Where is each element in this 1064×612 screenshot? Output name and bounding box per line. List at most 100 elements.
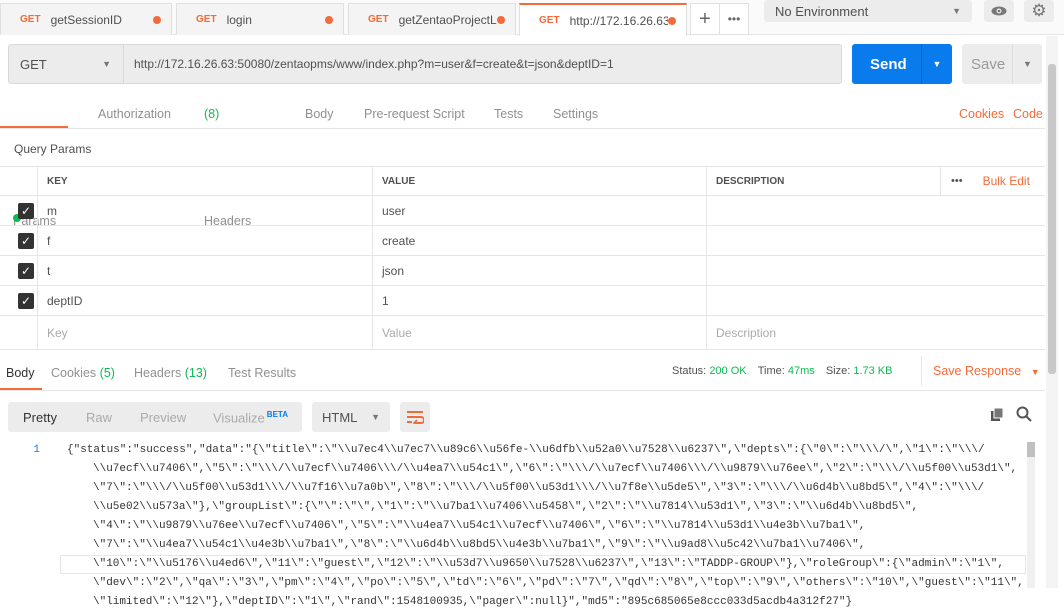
code-line: \"dev\":\"2\",\"qa\":\"3\",\"pm\":\"4\",… — [93, 577, 1024, 589]
tab-get-session-id[interactable]: GET getSessionID — [0, 3, 172, 35]
view-pretty[interactable]: Pretty — [23, 410, 57, 425]
cookies-link[interactable]: Cookies — [959, 107, 1004, 121]
status-value[interactable]: 200 OK — [709, 365, 746, 377]
param-value[interactable]: user — [372, 196, 706, 225]
divider — [0, 390, 1045, 391]
code-line: {"status":"success","data":"{\"title\":\… — [67, 444, 985, 456]
tab-login[interactable]: GET login — [176, 3, 344, 35]
wrap-lines-button[interactable] — [400, 402, 430, 432]
key-input[interactable]: Key — [37, 316, 372, 349]
send-options-icon[interactable]: ▼ — [921, 44, 952, 84]
tab-tests[interactable]: Tests — [494, 107, 523, 121]
tab-settings[interactable]: Settings — [553, 107, 598, 121]
manage-environments-button[interactable]: ⚙ — [1024, 0, 1054, 22]
response-meta: Status: 200 OK Time: 47ms Size: 1.73 KB — [672, 365, 892, 377]
response-tab-test-results[interactable]: Test Results — [228, 366, 296, 380]
view-visualize[interactable]: Visualize BETA — [213, 410, 288, 425]
time-value[interactable]: 47ms — [788, 365, 815, 377]
response-tab-cookies[interactable]: Cookies (5) — [51, 366, 115, 380]
value-input[interactable]: Value — [372, 316, 706, 349]
gear-icon: ⚙ — [1031, 1, 1047, 20]
bulk-edit-link[interactable]: Bulk Edit — [983, 174, 1030, 188]
size-value[interactable]: 1.73 KB — [853, 365, 892, 377]
page-scrollbar[interactable] — [1046, 36, 1058, 588]
tab-options-button[interactable]: ••• — [719, 3, 749, 35]
visualize-label: Visualize — [213, 410, 265, 426]
more-icon: ••• — [727, 12, 741, 26]
tab-label: Cookies — [51, 366, 97, 380]
param-description[interactable] — [706, 256, 1045, 285]
send-button[interactable]: Send ▼ — [852, 44, 952, 84]
code-link[interactable]: Code — [1013, 107, 1043, 121]
response-tab-body[interactable]: Body — [6, 366, 35, 380]
divider — [921, 356, 922, 386]
unsaved-dot-icon — [497, 15, 505, 24]
search-button[interactable] — [1016, 406, 1032, 425]
param-value[interactable]: create — [372, 226, 706, 255]
param-description[interactable] — [706, 226, 1045, 255]
code-line: \\u5e02\\u573a\"},\"groupList\":{\"\":\"… — [93, 501, 919, 513]
param-row: ✓ deptID 1 — [0, 286, 1045, 316]
environment-label: No Environment — [775, 3, 869, 19]
tab-get-zentao-project-list[interactable]: GET getZentaoProjectList — [348, 3, 516, 35]
params-table-header: KEY VALUE DESCRIPTION ••• Bulk Edit — [0, 166, 1045, 196]
code-line: \"7\":\"\\u4ea7\\u54c1\\u4e3b\\u7ba1\",\… — [93, 539, 866, 551]
time-label: Time: — [757, 365, 785, 377]
wrap-lines-icon — [407, 411, 424, 424]
tab-title: getZentaoProjectList — [398, 12, 497, 27]
checkbox-checked[interactable]: ✓ — [18, 233, 34, 249]
param-key[interactable]: t — [37, 256, 372, 285]
code-line: \\u7ecf\\u7406\",\"5\":\"\\\/\\u7ecf\\u7… — [93, 463, 1018, 475]
save-response-label: Save Response — [933, 364, 1022, 378]
view-preview[interactable]: Preview — [140, 410, 186, 425]
method-value: GET — [20, 56, 47, 72]
view-raw[interactable]: Raw — [86, 410, 112, 425]
param-key[interactable]: m — [37, 196, 372, 225]
code-scrollbar[interactable] — [1027, 442, 1035, 588]
param-description[interactable] — [706, 196, 1045, 225]
plus-icon: + — [699, 7, 711, 30]
chevron-down-icon: ▼ — [371, 412, 380, 422]
more-icon[interactable]: ••• — [951, 175, 963, 187]
unsaved-dot-icon — [668, 16, 676, 25]
environment-select[interactable]: No Environment ▼ — [764, 0, 972, 22]
param-key[interactable]: f — [37, 226, 372, 255]
code-line: \"7\":\"\\\/\\u5f00\\u53d1\\\/\\u7f16\\u… — [93, 482, 985, 494]
new-tab-button[interactable]: + — [690, 3, 720, 35]
format-select[interactable]: HTML ▼ — [312, 402, 390, 432]
description-input[interactable]: Description — [706, 316, 1045, 349]
param-description[interactable] — [706, 286, 1045, 315]
tab-pre-request-script[interactable]: Pre-request Script — [364, 107, 465, 121]
format-value: HTML — [322, 409, 358, 425]
param-value[interactable]: 1 — [372, 286, 706, 315]
tab-title: getSessionID — [50, 12, 122, 27]
checkbox-checked[interactable]: ✓ — [18, 203, 34, 219]
save-button[interactable]: Save ▼ — [962, 44, 1042, 84]
checkbox-checked[interactable]: ✓ — [18, 293, 34, 309]
environment-quick-look-button[interactable] — [984, 0, 1014, 22]
cookies-count: (5) — [99, 366, 115, 380]
response-tab-headers[interactable]: Headers (13) — [134, 366, 207, 380]
param-value[interactable]: json — [372, 256, 706, 285]
tab-title: login — [226, 12, 252, 27]
tab-headers[interactable]: Headers (8) — [204, 107, 251, 228]
method-select[interactable]: GET ▼ — [8, 44, 124, 84]
param-row-new: Key Value Description — [0, 316, 1045, 350]
param-key[interactable]: deptID — [37, 286, 372, 315]
checkbox-checked[interactable]: ✓ — [18, 263, 34, 279]
save-options-icon[interactable]: ▼ — [1012, 44, 1042, 84]
save-response-button[interactable]: Save Response ▼ — [933, 364, 1040, 378]
unsaved-dot-icon — [153, 15, 161, 24]
param-row: ✓ f create — [0, 226, 1045, 256]
param-row: ✓ t json — [0, 256, 1045, 286]
line-number: 1 — [33, 444, 40, 456]
copy-button[interactable] — [990, 407, 1004, 425]
header-actions: ••• Bulk Edit — [940, 167, 1045, 195]
tab-authorization[interactable]: Authorization — [98, 107, 171, 121]
chevron-down-icon: ▼ — [1030, 367, 1040, 377]
tab-body[interactable]: Body — [305, 107, 334, 121]
headers-count: (8) — [204, 107, 220, 121]
tab-active-request[interactable]: GET http://172.16.26.63:5... — [519, 3, 687, 36]
url-input[interactable]: http://172.16.26.63:50080/zentaopms/www/… — [134, 57, 614, 71]
method-label: GET — [368, 14, 389, 25]
